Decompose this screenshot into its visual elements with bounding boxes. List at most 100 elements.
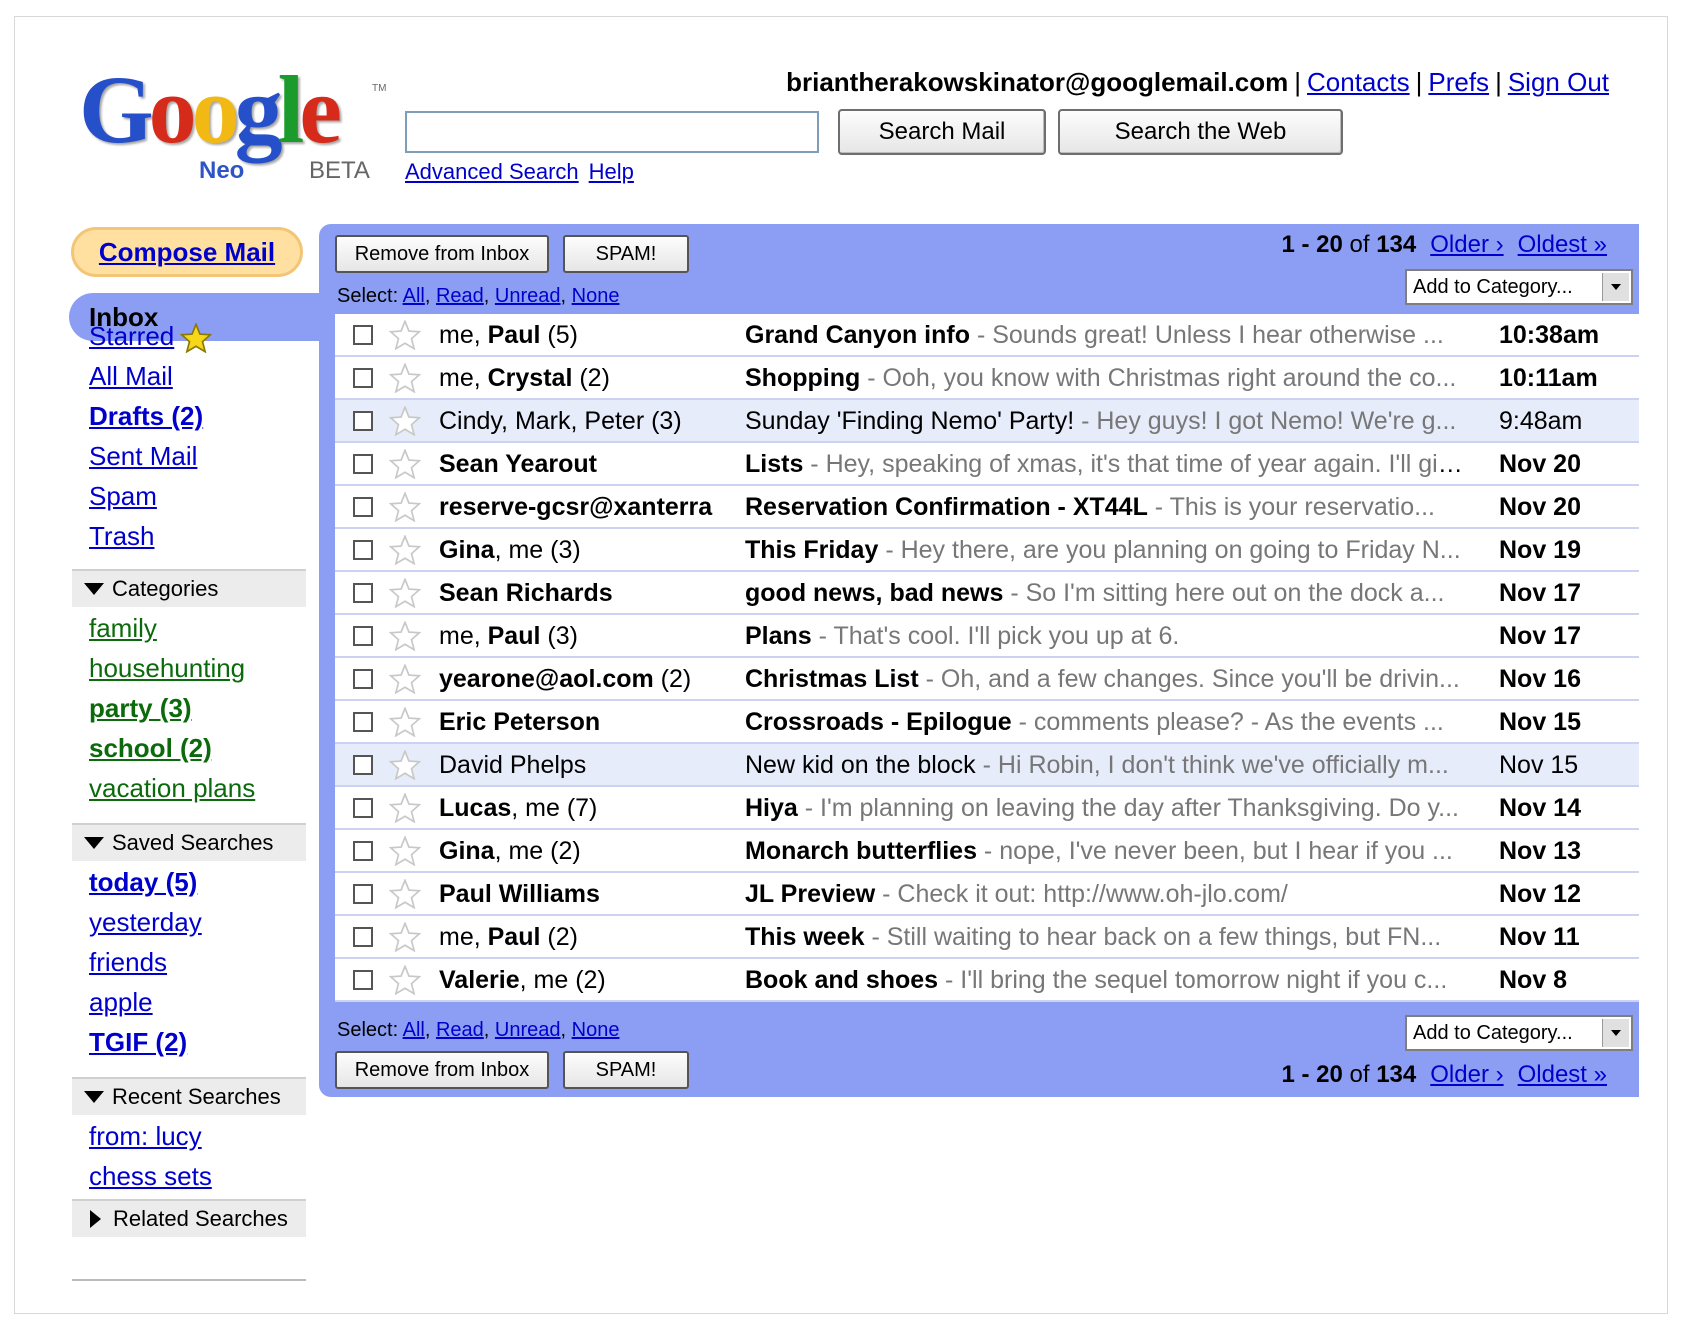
star-icon[interactable] [388,405,422,443]
compose-mail-button[interactable]: Compose Mail [71,227,303,277]
message-row[interactable]: me, Crystal (2) Shopping - Ooh, you know … [335,357,1639,400]
star-icon[interactable] [388,491,422,529]
select-checkbox[interactable] [353,454,373,474]
message-row[interactable]: me, Paul (3) Plans - That's cool. I'll pi… [335,615,1639,658]
recent-searches-header[interactable]: Recent Searches [72,1077,306,1115]
star-icon[interactable] [388,577,422,615]
google-neo-logo[interactable]: Google TM Neo BETA [79,55,386,195]
select-checkbox[interactable] [353,970,373,990]
categories-header[interactable]: Categories [72,569,306,607]
select-checkbox[interactable] [353,798,373,818]
select-checkbox[interactable] [353,411,373,431]
recent-search-chess-sets[interactable]: chess sets [89,1161,212,1192]
sidebar-item-drafts[interactable]: Drafts (2) [89,401,203,432]
star-icon[interactable] [388,835,422,873]
category-househunting[interactable]: househunting [89,653,245,684]
select-checkbox[interactable] [353,927,373,947]
select-checkbox[interactable] [353,368,373,388]
message-row[interactable]: Paul Williams JL Preview - Check it out: … [335,873,1639,916]
advanced-search-link[interactable]: Advanced Search [405,159,579,184]
message-row[interactable]: Valerie, me (2) Book and shoes - I'll bri… [335,959,1639,1002]
message-row[interactable]: reserve-gcsr@xanterra Reservation Confirm… [335,486,1639,529]
select-checkbox[interactable] [353,626,373,646]
search-input[interactable] [405,111,819,153]
star-icon[interactable] [388,706,422,744]
message-from: Gina, me (2) [439,837,739,866]
select-unread-link[interactable]: Unread [495,1019,561,1041]
search-web-button[interactable]: Search the Web [1058,109,1343,155]
select-checkbox[interactable] [353,712,373,732]
select-checkbox[interactable] [353,497,373,517]
older-link[interactable]: Older › [1430,1061,1503,1088]
saved-search-yesterday[interactable]: yesterday [89,907,202,938]
star-icon[interactable] [388,663,422,701]
select-read-link[interactable]: Read [436,285,484,307]
select-checkbox[interactable] [353,669,373,689]
oldest-link[interactable]: Oldest » [1518,1061,1607,1088]
spam-button-bottom[interactable]: SPAM! [563,1051,689,1089]
saved-searches-header[interactable]: Saved Searches [72,823,306,861]
message-row[interactable]: Sean Yearout Lists - Hey, speaking of xma… [335,443,1639,486]
saved-search-today[interactable]: today (5) [89,867,197,898]
search-mail-button[interactable]: Search Mail [838,109,1046,155]
sign-out-link[interactable]: Sign Out [1508,67,1609,97]
recent-search-from-lucy[interactable]: from: lucy [89,1121,202,1152]
saved-search-friends[interactable]: friends [89,947,167,978]
star-icon[interactable] [388,534,422,572]
sidebar-item-starred[interactable]: Starred [89,321,213,354]
select-checkbox[interactable] [353,841,373,861]
message-row[interactable]: Gina, me (2) Monarch butterflies - nope, … [335,830,1639,873]
select-checkbox[interactable] [353,755,373,775]
sidebar-item-all-mail[interactable]: All Mail [89,361,173,392]
help-link[interactable]: Help [589,159,634,184]
select-read-link[interactable]: Read [436,1019,484,1041]
star-icon[interactable] [388,620,422,658]
older-link[interactable]: Older › [1430,231,1503,258]
star-icon[interactable] [388,749,422,787]
message-row[interactable]: Cindy, Mark, Peter (3) Sunday 'Finding Ne… [335,400,1639,443]
select-checkbox[interactable] [353,583,373,603]
select-unread-link[interactable]: Unread [495,285,561,307]
star-icon[interactable] [388,878,422,916]
message-row[interactable]: Eric Peterson Crossroads - Epilogue - com… [335,701,1639,744]
saved-search-tgif[interactable]: TGIF (2) [89,1027,187,1058]
prefs-link[interactable]: Prefs [1428,67,1489,97]
message-row[interactable]: Sean Richards good news, bad news - So I'… [335,572,1639,615]
select-none-link[interactable]: None [572,1019,620,1041]
select-all-link[interactable]: All [403,1019,425,1041]
category-family[interactable]: family [89,613,157,644]
message-row[interactable]: me, Paul (2) This week - Still waiting to… [335,916,1639,959]
star-icon[interactable] [388,921,422,959]
message-row[interactable]: Gina, me (3) This Friday - Hey there, are… [335,529,1639,572]
message-row[interactable]: me, Paul (5) Grand Canyon info - Sounds g… [335,314,1639,357]
message-row[interactable]: David Phelps New kid on the block - Hi Ro… [335,744,1639,787]
spam-button[interactable]: SPAM! [563,235,689,273]
message-row[interactable]: Lucas, me (7) Hiya - I'm planning on leav… [335,787,1639,830]
sidebar-item-spam[interactable]: Spam [89,481,157,512]
sidebar-item-sent[interactable]: Sent Mail [89,441,197,472]
remove-from-inbox-button-bottom[interactable]: Remove from Inbox [335,1051,549,1089]
select-all-link[interactable]: All [403,285,425,307]
sidebar-item-trash[interactable]: Trash [89,521,155,552]
contacts-link[interactable]: Contacts [1307,67,1410,97]
related-searches-header[interactable]: Related Searches [72,1199,306,1237]
select-checkbox[interactable] [353,884,373,904]
add-to-category-select[interactable]: Add to Category... [1405,269,1633,305]
star-icon[interactable] [388,448,422,486]
oldest-link[interactable]: Oldest » [1518,231,1607,258]
star-icon[interactable] [388,792,422,830]
category-party[interactable]: party (3) [89,693,192,724]
select-checkbox[interactable] [353,540,373,560]
star-icon[interactable] [388,964,422,1002]
remove-from-inbox-button[interactable]: Remove from Inbox [335,235,549,273]
message-row[interactable]: yearone@aol.com (2) Christmas List - Oh, … [335,658,1639,701]
select-none-link[interactable]: None [572,285,620,307]
category-vacation-plans[interactable]: vacation plans [89,773,255,804]
star-icon[interactable] [388,319,422,357]
add-to-category-select-bottom[interactable]: Add to Category... [1405,1015,1633,1051]
star-icon[interactable] [388,362,422,400]
select-checkbox[interactable] [353,325,373,345]
message-snippet: - Oh, and a few changes. Since you'll be… [918,665,1460,693]
saved-search-apple[interactable]: apple [89,987,153,1018]
category-school[interactable]: school (2) [89,733,212,764]
